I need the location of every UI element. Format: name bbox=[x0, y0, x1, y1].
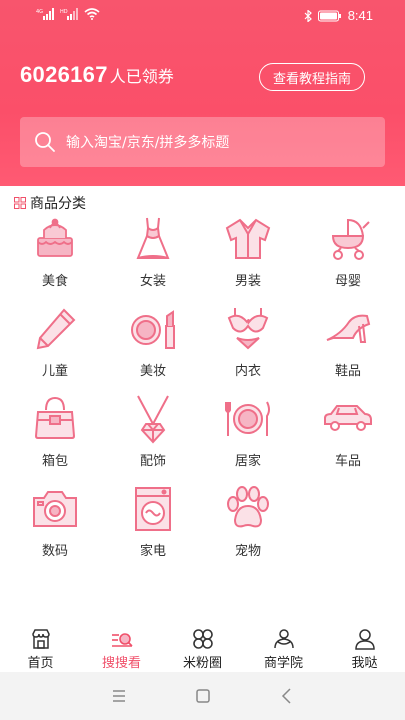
tab-label: 我哒 bbox=[351, 656, 378, 671]
makeup-icon bbox=[131, 310, 175, 349]
bottom-tab-bar: 首页 搜搜看 米粉圈 商学院 我哒 bbox=[0, 622, 405, 672]
menu-icon[interactable] bbox=[107, 684, 131, 708]
search-icon bbox=[35, 132, 55, 152]
app-screen: 4G HD 8:41 6026167 人已领券 查看教程指南 输入淘宝/京东/拼… bbox=[0, 0, 405, 720]
coupon-count: 6026167 bbox=[20, 62, 108, 87]
camera-icon bbox=[33, 491, 77, 527]
category-label: 箱包 bbox=[41, 454, 68, 469]
coupon-counter: 6026167 人已领券 bbox=[20, 62, 174, 88]
paw-icon bbox=[227, 486, 269, 528]
school-icon bbox=[273, 629, 294, 649]
category-women[interactable]: 女装 bbox=[108, 210, 198, 294]
tab-label: 首页 bbox=[27, 656, 54, 671]
category-pets[interactable]: 宠物 bbox=[203, 480, 293, 564]
grid-icon bbox=[14, 197, 26, 209]
necklace-icon bbox=[137, 395, 169, 444]
tab-fans[interactable]: 米粉圈 bbox=[162, 622, 243, 672]
category-label: 女装 bbox=[139, 274, 166, 289]
status-signals: 4G HD bbox=[36, 8, 100, 20]
cake-icon bbox=[37, 218, 73, 257]
svg-text:4G: 4G bbox=[36, 9, 43, 15]
status-bar: 4G HD 8:41 bbox=[0, 0, 405, 30]
tutorial-guide-button[interactable]: 查看教程指南 bbox=[259, 63, 365, 91]
category-label: 鞋品 bbox=[334, 364, 361, 379]
category-label: 宠物 bbox=[234, 544, 261, 559]
category-label: 美食 bbox=[41, 274, 68, 289]
search-list-icon bbox=[111, 633, 133, 647]
signal-icon-2: HD bbox=[60, 8, 78, 20]
dining-icon bbox=[225, 401, 270, 436]
category-food[interactable]: 美食 bbox=[10, 210, 100, 294]
svg-text:HD: HD bbox=[60, 9, 68, 15]
washing-machine-icon bbox=[135, 487, 171, 531]
category-label: 配饰 bbox=[139, 454, 166, 469]
category-label: 男装 bbox=[234, 274, 261, 289]
dress-icon bbox=[136, 217, 170, 259]
category-label: 内衣 bbox=[234, 364, 261, 379]
category-accessories[interactable]: 配饰 bbox=[108, 390, 198, 474]
category-label: 数码 bbox=[41, 544, 68, 559]
coupon-count-suffix: 人已领券 bbox=[109, 67, 174, 86]
category-label: 居家 bbox=[234, 454, 261, 469]
category-label: 美妆 bbox=[139, 364, 166, 379]
tab-label: 商学院 bbox=[263, 656, 303, 671]
category-kids[interactable]: 儿童 bbox=[10, 300, 100, 384]
bra-icon bbox=[227, 308, 269, 350]
wifi-icon bbox=[84, 8, 100, 20]
category-appliances[interactable]: 家电 bbox=[108, 480, 198, 564]
stroller-icon bbox=[331, 218, 370, 260]
search-input[interactable]: 输入淘宝/京东/拼多多标题 bbox=[20, 117, 385, 167]
search-placeholder: 输入淘宝/京东/拼多多标题 bbox=[66, 135, 230, 151]
category-label: 儿童 bbox=[41, 364, 68, 379]
category-baby[interactable]: 母婴 bbox=[303, 210, 393, 294]
tab-home[interactable]: 首页 bbox=[0, 622, 81, 672]
status-right: 8:41 bbox=[304, 8, 373, 23]
category-label: 母婴 bbox=[334, 274, 361, 289]
user-icon bbox=[354, 629, 375, 650]
handbag-icon bbox=[34, 396, 76, 439]
category-bags[interactable]: 箱包 bbox=[10, 390, 100, 474]
category-home[interactable]: 居家 bbox=[203, 390, 293, 474]
bluetooth-icon bbox=[304, 9, 312, 22]
pencil-icon bbox=[36, 308, 76, 350]
back-icon[interactable] bbox=[275, 684, 299, 708]
shirt-icon bbox=[225, 218, 271, 259]
clover-icon bbox=[192, 629, 213, 649]
category-makeup[interactable]: 美妆 bbox=[108, 300, 198, 384]
category-car[interactable]: 车品 bbox=[303, 390, 393, 474]
tab-label: 米粉圈 bbox=[182, 656, 222, 671]
tab-me[interactable]: 我哒 bbox=[324, 622, 405, 672]
category-underwear[interactable]: 内衣 bbox=[203, 300, 293, 384]
tab-label: 搜搜看 bbox=[101, 656, 141, 671]
category-label: 家电 bbox=[139, 544, 166, 559]
home-square-icon[interactable] bbox=[191, 684, 215, 708]
signal-icon: 4G bbox=[36, 8, 54, 20]
tab-school[interactable]: 商学院 bbox=[243, 622, 324, 672]
category-label: 车品 bbox=[334, 454, 361, 469]
category-men[interactable]: 男装 bbox=[203, 210, 293, 294]
battery-icon bbox=[317, 10, 341, 21]
status-time: 8:41 bbox=[347, 8, 373, 23]
tab-search[interactable]: 搜搜看 bbox=[81, 622, 162, 672]
store-icon bbox=[31, 629, 50, 649]
category-digital[interactable]: 数码 bbox=[10, 480, 100, 564]
category-shoes[interactable]: 鞋品 bbox=[303, 300, 393, 384]
car-icon bbox=[324, 405, 372, 431]
system-nav-bar bbox=[0, 672, 405, 720]
high-heel-icon bbox=[326, 314, 371, 343]
